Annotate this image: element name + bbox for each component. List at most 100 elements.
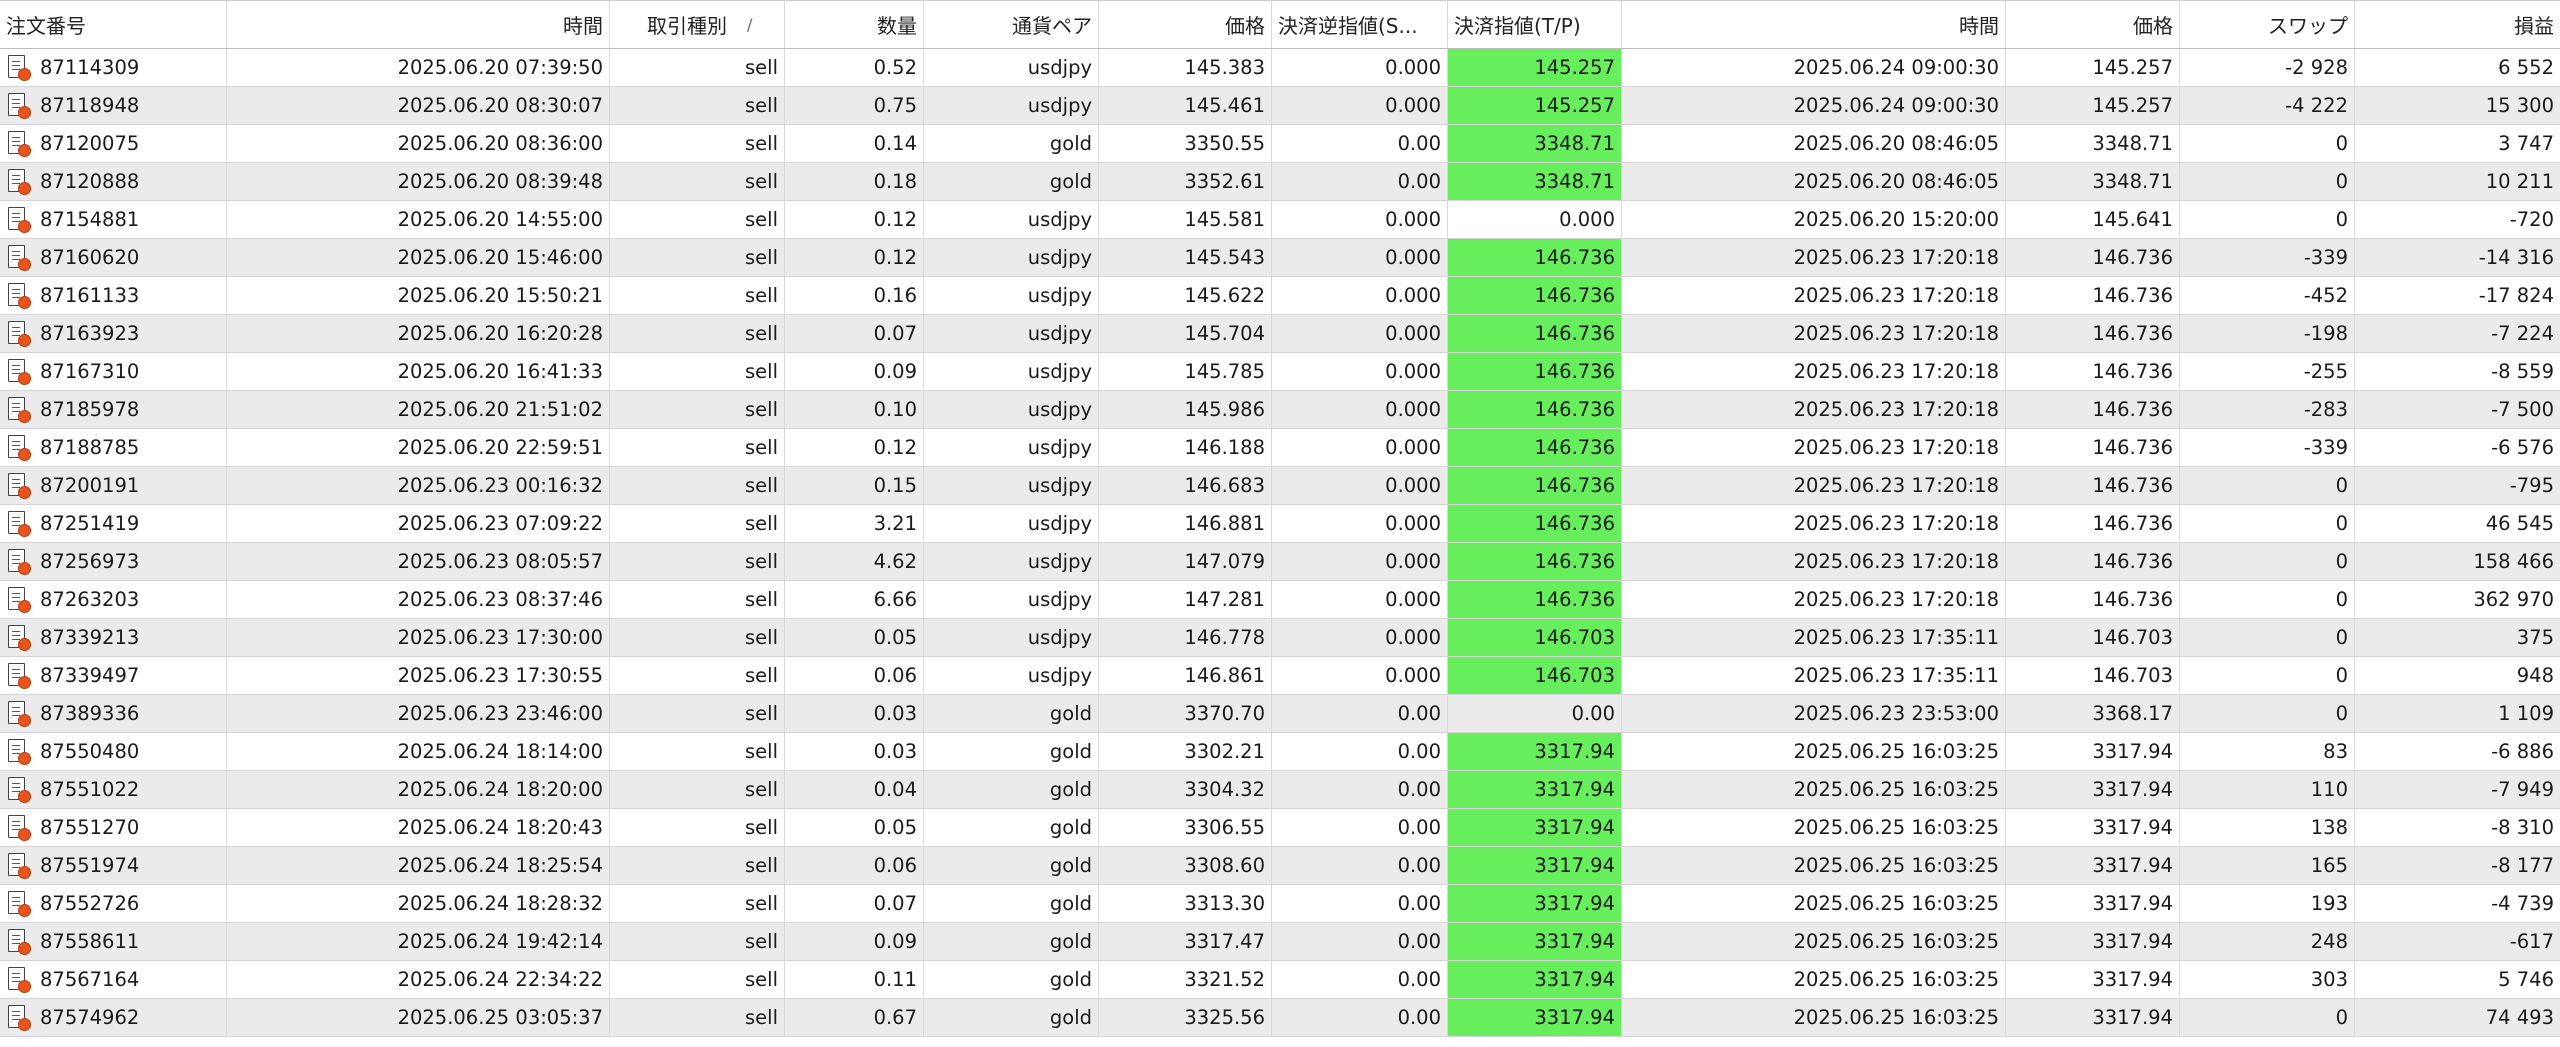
column-header-label: 取引種別 [647, 14, 727, 38]
table-row[interactable]: 87551974 2025.06.24 18:25:54 sell 0.06 gold 3… [0, 847, 2560, 885]
trade-type-cell: sell [610, 429, 785, 466]
open-price-text: 3321.52 [1184, 968, 1265, 991]
close-price-cell: 3348.71 [2006, 125, 2180, 162]
table-row[interactable]: 87161133 2025.06.20 15:50:21 sell 0.16 usdjp… [0, 277, 2560, 315]
swap-text: 83 [2323, 740, 2348, 763]
column-header-open-time[interactable]: 時間 [227, 1, 610, 48]
table-row[interactable]: 87118948 2025.06.20 08:30:07 sell 0.75 usdjp… [0, 87, 2560, 125]
swap-cell: 0 [2180, 657, 2355, 694]
table-row[interactable]: 87154881 2025.06.20 14:55:00 sell 0.12 usdjp… [0, 201, 2560, 239]
table-row[interactable]: 87120888 2025.06.20 08:39:48 sell 0.18 gold 3… [0, 163, 2560, 201]
take-profit-cell: 3317.94 [1448, 847, 1622, 884]
order-number-cell: 87163923 [0, 315, 227, 352]
symbol-text: usdjpy [1027, 588, 1092, 611]
stop-loss-text: 0.00 [1397, 892, 1441, 915]
open-price-text: 146.861 [1184, 664, 1265, 687]
open-price-cell: 146.778 [1099, 619, 1272, 656]
table-row[interactable]: 87263203 2025.06.23 08:37:46 sell 6.66 usdjp… [0, 581, 2560, 619]
open-time-text: 2025.06.24 18:20:43 [397, 816, 603, 839]
close-time-cell: 2025.06.23 23:53:00 [1622, 695, 2006, 732]
order-number-cell: 87263203 [0, 581, 227, 618]
stop-loss-text: 0.00 [1397, 740, 1441, 763]
close-time-cell: 2025.06.25 16:03:25 [1622, 885, 2006, 922]
close-price-text: 3368.17 [2092, 702, 2173, 725]
close-time-text: 2025.06.23 17:20:18 [1793, 512, 1999, 535]
open-time-cell: 2025.06.24 18:14:00 [227, 733, 610, 770]
symbol-text: usdjpy [1027, 550, 1092, 573]
table-row[interactable]: 87389336 2025.06.23 23:46:00 sell 0.03 gold 3… [0, 695, 2560, 733]
column-header-symbol[interactable]: 通貨ペア [924, 1, 1099, 48]
table-row[interactable]: 87188785 2025.06.20 22:59:51 sell 0.12 usdjp… [0, 429, 2560, 467]
open-time-cell: 2025.06.20 21:51:02 [227, 391, 610, 428]
table-row[interactable]: 87256973 2025.06.23 08:05:57 sell 4.62 usdjp… [0, 543, 2560, 581]
swap-text: 138 [2310, 816, 2348, 839]
open-price-cell: 3321.52 [1099, 961, 1272, 998]
close-price-cell: 146.736 [2006, 239, 2180, 276]
stop-loss-cell: 0.000 [1272, 87, 1448, 124]
column-header-volume[interactable]: 数量 [785, 1, 924, 48]
table-row[interactable]: 87550480 2025.06.24 18:14:00 sell 0.03 gold 3… [0, 733, 2560, 771]
table-row[interactable]: 87160620 2025.06.20 15:46:00 sell 0.12 usdjp… [0, 239, 2560, 277]
table-row[interactable]: 87558611 2025.06.24 19:42:14 sell 0.09 gold 3… [0, 923, 2560, 961]
table-row[interactable]: 87200191 2025.06.23 00:16:32 sell 0.15 usdjp… [0, 467, 2560, 505]
table-row[interactable]: 87551022 2025.06.24 18:20:00 sell 0.04 gold 3… [0, 771, 2560, 809]
column-header-close-price[interactable]: 価格 [2006, 1, 2180, 48]
table-row[interactable]: 87120075 2025.06.20 08:36:00 sell 0.14 gold 3… [0, 125, 2560, 163]
trade-type-cell: sell [610, 657, 785, 694]
swap-text: -198 [2303, 322, 2348, 345]
open-time-cell: 2025.06.24 18:20:43 [227, 809, 610, 846]
column-header-swap[interactable]: スワップ [2180, 1, 2355, 48]
table-row[interactable]: 87567164 2025.06.24 22:34:22 sell 0.11 gold 3… [0, 961, 2560, 999]
open-time-text: 2025.06.20 16:41:33 [397, 360, 603, 383]
profit-cell: 5 746 [2355, 961, 2560, 998]
stop-loss-text: 0.00 [1397, 854, 1441, 877]
open-time-cell: 2025.06.20 08:30:07 [227, 87, 610, 124]
table-row[interactable]: 87574962 2025.06.25 03:05:37 sell 0.67 gold 3… [0, 999, 2560, 1037]
table-row[interactable]: 87251419 2025.06.23 07:09:22 sell 3.21 usdjp… [0, 505, 2560, 543]
order-number-cell: 87200191 [0, 467, 227, 504]
column-header-order[interactable]: 注文番号 [0, 1, 227, 48]
open-time-text: 2025.06.24 18:25:54 [397, 854, 603, 877]
open-price-text: 145.461 [1184, 94, 1265, 117]
column-header-take-profit[interactable]: 決済指値(T/P) [1448, 1, 1622, 48]
close-time-text: 2025.06.25 16:03:25 [1793, 1006, 1999, 1029]
swap-text: 0 [2335, 626, 2348, 649]
profit-cell: 15 300 [2355, 87, 2560, 124]
take-profit-cell: 0.000 [1448, 201, 1622, 238]
volume-text: 0.10 [873, 398, 917, 421]
close-time-cell: 2025.06.23 17:20:18 [1622, 543, 2006, 580]
column-header-close-time[interactable]: 時間 [1622, 1, 2006, 48]
table-row[interactable]: 87167310 2025.06.20 16:41:33 sell 0.09 usdjp… [0, 353, 2560, 391]
open-price-text: 3350.55 [1184, 132, 1265, 155]
column-header-label: 数量 [877, 14, 917, 38]
open-price-text: 3308.60 [1184, 854, 1265, 877]
closed-order-document-icon [6, 206, 32, 234]
stop-loss-cell: 0.000 [1272, 277, 1448, 314]
table-row[interactable]: 87339497 2025.06.23 17:30:55 sell 0.06 usdjp… [0, 657, 2560, 695]
close-price-cell: 146.736 [2006, 277, 2180, 314]
column-header-type[interactable]: 取引種別 / [610, 1, 785, 48]
open-price-text: 147.079 [1184, 550, 1265, 573]
column-header-price[interactable]: 価格 [1099, 1, 1272, 48]
take-profit-text: 0.000 [1559, 208, 1615, 231]
column-header-stop-loss[interactable]: 決済逆指値(S... [1272, 1, 1448, 48]
swap-text: 0 [2335, 512, 2348, 535]
open-time-cell: 2025.06.20 22:59:51 [227, 429, 610, 466]
table-row[interactable]: 87114309 2025.06.20 07:39:50 sell 0.52 usdjp… [0, 49, 2560, 87]
table-row[interactable]: 87339213 2025.06.23 17:30:00 sell 0.05 usdjp… [0, 619, 2560, 657]
profit-text: -4 739 [2491, 892, 2554, 915]
table-row[interactable]: 87185978 2025.06.20 21:51:02 sell 0.10 usdjp… [0, 391, 2560, 429]
profit-cell: -720 [2355, 201, 2560, 238]
profit-text: -795 [2509, 474, 2554, 497]
close-price-cell: 145.257 [2006, 49, 2180, 86]
symbol-cell: usdjpy [924, 619, 1099, 656]
table-row[interactable]: 87552726 2025.06.24 18:28:32 sell 0.07 gold 3… [0, 885, 2560, 923]
volume-text: 0.03 [873, 702, 917, 725]
table-row[interactable]: 87551270 2025.06.24 18:20:43 sell 0.05 gold 3… [0, 809, 2560, 847]
take-profit-text: 3348.71 [1534, 170, 1615, 193]
volume-text: 0.04 [873, 778, 917, 801]
trade-type-cell: sell [610, 847, 785, 884]
closed-order-document-icon [6, 624, 32, 652]
table-row[interactable]: 87163923 2025.06.20 16:20:28 sell 0.07 usdjp… [0, 315, 2560, 353]
column-header-profit[interactable]: 損益 [2355, 1, 2560, 48]
